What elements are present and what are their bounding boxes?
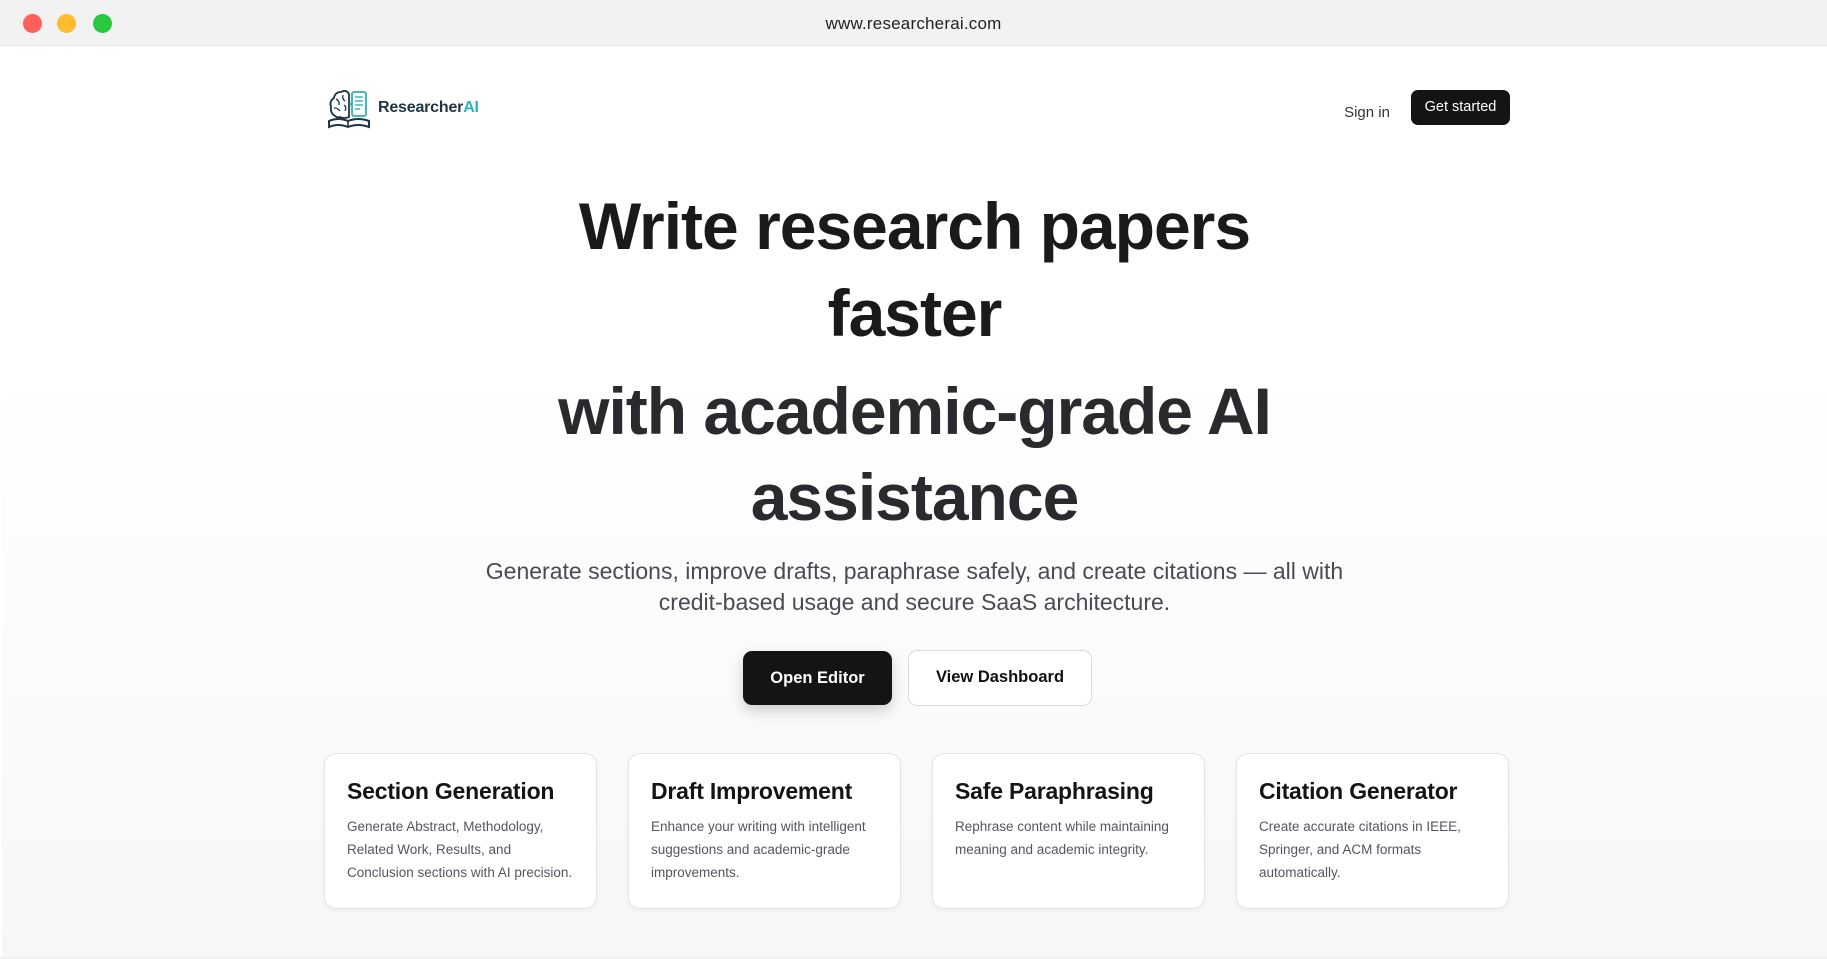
feature-card-citation-generator: Citation Generator Create accurate citat… [1236, 753, 1509, 909]
logo-text: ResearcherAI [378, 99, 479, 117]
view-dashboard-button[interactable]: View Dashboard [908, 650, 1092, 706]
feature-card-desc-line: Conclusion sections with AI precision. [347, 865, 573, 880]
hero-subtitle-line-2: credit-based usage and secure SaaS archi… [658, 589, 1171, 615]
feature-card-desc-line: Generate Abstract, Methodology, [347, 819, 544, 834]
feature-card-title: Safe Paraphrasing [955, 778, 1154, 804]
feature-card-title: Draft Improvement [651, 778, 853, 804]
feature-card-desc-line: Related Work, Results, and [347, 842, 512, 857]
feature-card-desc-line: improvements. [651, 865, 740, 880]
hero-heading-line-4: assistance [750, 460, 1080, 534]
brain-book-icon [328, 89, 370, 129]
feature-card-title: Section Generation [347, 778, 555, 804]
get-started-button[interactable]: Get started [1411, 90, 1510, 125]
feature-card-desc-line: meaning and academic integrity. [955, 842, 1149, 857]
feature-card-description: Create accurate citations in IEEE, Sprin… [1259, 815, 1486, 884]
logo[interactable]: ResearcherAI [326, 86, 479, 130]
logo-text-accent: AI [463, 99, 479, 116]
feature-card-description: Generate Abstract, Methodology, Related … [347, 815, 574, 884]
open-editor-button[interactable]: Open Editor [743, 651, 892, 705]
browser-titlebar: www.researcherai.com [0, 0, 1827, 46]
feature-card-title: Citation Generator [1259, 778, 1458, 804]
hero-heading-line-3: with academic-grade AI [558, 374, 1272, 448]
feature-card-draft-improvement: Draft Improvement Enhance your writing w… [628, 753, 901, 909]
feature-card-desc-line: Rephrase content while maintaining [955, 819, 1169, 834]
hero-subtitle-line-1: Generate sections, improve drafts, parap… [485, 558, 1344, 584]
sign-in-link[interactable]: Sign in [1332, 100, 1402, 126]
feature-card-desc-line: Springer, and ACM formats [1259, 842, 1422, 857]
feature-card-description: Rephrase content while maintaining meani… [955, 815, 1182, 861]
hero-heading-line-1: Write research papers [578, 189, 1251, 263]
feature-card-desc-line: suggestions and academic-grade [651, 842, 850, 857]
feature-card-desc-line: Enhance your writing with intelligent [651, 819, 866, 834]
hero-heading-line-2: faster [827, 276, 1003, 350]
browser-window: www.researcherai.com ResearcherAI Sign i [0, 0, 1827, 959]
feature-card-desc-line: automatically. [1259, 865, 1341, 880]
address-bar[interactable]: www.researcherai.com [0, 14, 1827, 34]
feature-card-desc-line: Create accurate citations in IEEE, [1259, 819, 1461, 834]
feature-card-section-generation: Section Generation Generate Abstract, Me… [324, 753, 597, 909]
feature-card-description: Enhance your writing with intelligent su… [651, 815, 878, 884]
page-viewport: ResearcherAI Sign in Get started Write r… [2, 46, 1827, 959]
logo-text-main: Researcher [378, 99, 464, 116]
feature-card-safe-paraphrasing: Safe Paraphrasing Rephrase content while… [932, 753, 1205, 909]
hero-subtitle: Generate sections, improve drafts, parap… [2, 556, 1827, 618]
